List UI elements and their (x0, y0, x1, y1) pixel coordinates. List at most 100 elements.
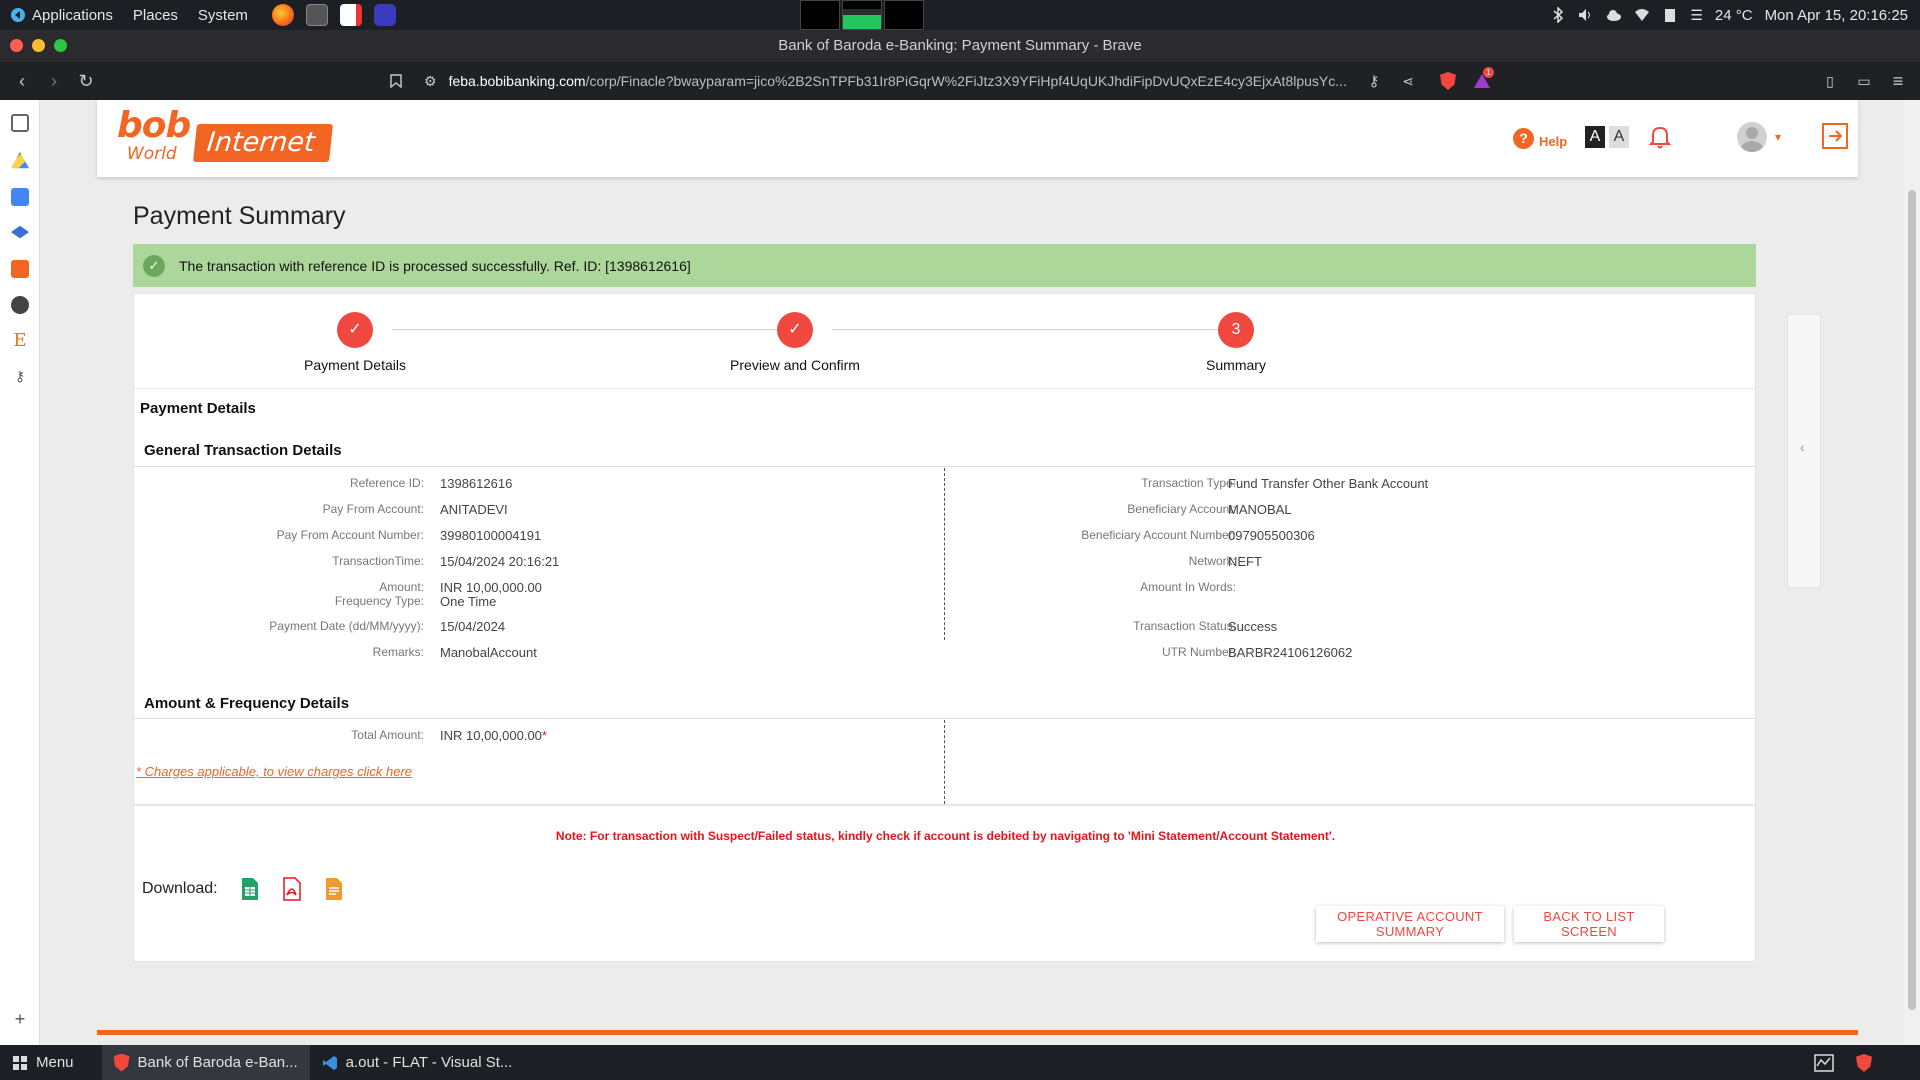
field-utr-number: UTR Number: BARBR24106126062 (1161, 645, 1353, 660)
key-chain-icon[interactable]: ⚷ (11, 368, 29, 386)
step-3-label: Summary (1206, 357, 1266, 373)
user-avatar[interactable] (1737, 122, 1767, 152)
places-menu[interactable]: Places (123, 7, 188, 24)
wallet-button[interactable]: ▭ (1848, 65, 1880, 97)
window-titlebar: Bank of Baroda e-Banking: Payment Summar… (0, 30, 1920, 62)
collapsed-side-panel[interactable]: ‹ (1787, 314, 1821, 588)
grid-icon (13, 1055, 27, 1070)
step-2-check-icon: ✓ (777, 312, 813, 348)
check-circle-icon: ✓ (143, 254, 165, 277)
font-size-large-button[interactable]: A (1585, 126, 1605, 148)
clipboard-icon[interactable] (1662, 7, 1678, 23)
cloud-icon[interactable] (1606, 7, 1622, 23)
terminal-launcher-icon[interactable] (305, 4, 328, 26)
sidebar-panel-icon[interactable] (11, 114, 29, 132)
back-to-list-button[interactable]: BACK TO LIST SCREEN (1514, 906, 1664, 942)
logout-icon[interactable] (1821, 122, 1849, 150)
brave-rewards-button[interactable]: 1 (1466, 65, 1498, 97)
firefox-launcher-icon[interactable] (271, 4, 294, 26)
volume-icon[interactable] (1578, 7, 1594, 23)
vscode-launcher-icon[interactable] (373, 4, 396, 26)
workspace-2[interactable] (842, 0, 882, 30)
workspace-1[interactable] (800, 0, 840, 30)
notification-badge: 1 (1483, 67, 1494, 78)
field-amount-in-words: Amount In Words: (1140, 580, 1236, 594)
url-domain: feba.bobibanking.com (448, 73, 586, 89)
arrow-left-icon: ‹ (19, 70, 25, 91)
back-button[interactable]: ‹ (6, 65, 38, 97)
scrollbar-thumb[interactable] (1908, 190, 1916, 1010)
success-alert: ✓ The transaction with reference ID is p… (133, 244, 1756, 287)
bluetooth-icon[interactable] (1550, 7, 1566, 23)
taskbar-item-vscode[interactable]: a.out - FLAT - Visual St... (310, 1045, 525, 1080)
key-icon: ⚷ (1368, 73, 1380, 90)
step-3-marker: 3 (1218, 312, 1254, 348)
excel-download-icon[interactable] (240, 877, 260, 901)
add-panel-icon[interactable]: + (11, 1010, 29, 1028)
site-header: bob World Internet ? Help A A ▾ (97, 100, 1858, 177)
share-button[interactable]: ⋖ (1392, 65, 1424, 97)
chevron-left-icon[interactable]: ‹ (1800, 439, 1805, 455)
hamburger-icon: ≡ (1892, 70, 1904, 91)
brave-tray-icon[interactable] (1856, 1054, 1872, 1072)
download-label: Download: (142, 880, 218, 897)
field-total-amount: Total Amount: INR 10,00,000.00* (351, 728, 547, 743)
url-path: /corp/Finacle?bwayparam=jico%2B2SnTPFb31… (585, 73, 1347, 89)
system-monitor-icon[interactable] (1814, 1054, 1834, 1072)
google-docs-icon[interactable] (11, 188, 29, 206)
progress-stepper: ✓ ✓ 3 Payment Details Preview and Confir… (134, 294, 1757, 389)
font-size-small-button[interactable]: A (1609, 126, 1629, 148)
column-divider (944, 468, 945, 640)
system-menu[interactable]: System (188, 7, 258, 24)
brave-shields-button[interactable] (1432, 65, 1464, 97)
os-taskbar: Menu Bank of Baroda e-Ban... a.out - FLA… (0, 1045, 1920, 1080)
pdf-download-icon[interactable] (282, 877, 302, 901)
window-title: Bank of Baroda e-Banking: Payment Summar… (778, 37, 1142, 54)
site-settings-icon[interactable]: ⚙ (424, 73, 437, 90)
maximize-window-button[interactable] (54, 39, 67, 52)
status-note: Note: For transaction with Suspect/Faile… (555, 829, 1336, 843)
workspace-switcher[interactable] (800, 0, 924, 30)
taskbar-item-brave[interactable]: Bank of Baroda e-Ban... (101, 1045, 310, 1080)
reload-button[interactable]: ↻ (70, 65, 102, 97)
globe-icon[interactable] (11, 296, 29, 314)
operative-account-summary-button[interactable]: OPERATIVE ACCOUNT SUMMARY (1316, 906, 1504, 942)
page-scrollbar[interactable] (1904, 100, 1920, 1045)
applications-menu[interactable]: Applications (0, 7, 123, 24)
field-transaction-time: TransactionTime: 15/04/2024 20:16:21 (332, 554, 560, 569)
view-charges-link[interactable]: * Charges applicable, to view charges cl… (136, 764, 412, 779)
wallet-icon: ▭ (1857, 72, 1871, 89)
step-1-label: Payment Details (304, 357, 406, 373)
bookmark-icon (390, 74, 402, 88)
help-link[interactable]: ? Help (1513, 128, 1567, 149)
field-pay-from-account-number: Pay From Account Number: 39980100004191 (276, 528, 542, 543)
amount-frequency-heading: Amount & Frequency Details (144, 695, 350, 712)
brave-shield-icon (1440, 72, 1456, 90)
step-connector (832, 329, 1234, 330)
browser-menu-button[interactable]: ≡ (1882, 65, 1914, 97)
divider (134, 718, 1755, 719)
sidebar-toggle-button[interactable]: ▯ (1814, 65, 1846, 97)
text-editor-launcher-icon[interactable] (339, 4, 362, 26)
bookmark-button[interactable] (380, 65, 412, 97)
google-drive-icon[interactable] (11, 152, 29, 169)
notification-bell-icon[interactable] (1647, 124, 1673, 150)
start-menu-button[interactable]: Menu (0, 1045, 86, 1080)
field-beneficiary-account: Beneficiary Account: MANOBAL (1127, 502, 1292, 517)
field-remarks: Remarks: ManobalAccount (372, 645, 537, 660)
password-key-button[interactable]: ⚷ (1358, 65, 1390, 97)
wifi-icon[interactable] (1634, 7, 1650, 23)
letter-e-icon[interactable]: E (11, 332, 29, 350)
chevron-down-icon[interactable]: ▾ (1775, 130, 1781, 144)
clock[interactable]: Mon Apr 15, 20:16:25 (1765, 7, 1908, 24)
footer-accent-bar (97, 1030, 1858, 1035)
workspace-3[interactable] (884, 0, 924, 30)
download-options: Download: (142, 877, 344, 901)
minimize-window-button[interactable] (32, 39, 45, 52)
text-download-icon[interactable] (324, 877, 344, 901)
brave-news-icon[interactable] (11, 260, 29, 278)
close-window-button[interactable] (10, 39, 23, 52)
forward-button[interactable]: › (38, 65, 70, 97)
field-transaction-type: Transaction Type: Fund Transfer Other Ba… (1141, 476, 1429, 491)
learning-app-icon[interactable] (11, 225, 29, 239)
